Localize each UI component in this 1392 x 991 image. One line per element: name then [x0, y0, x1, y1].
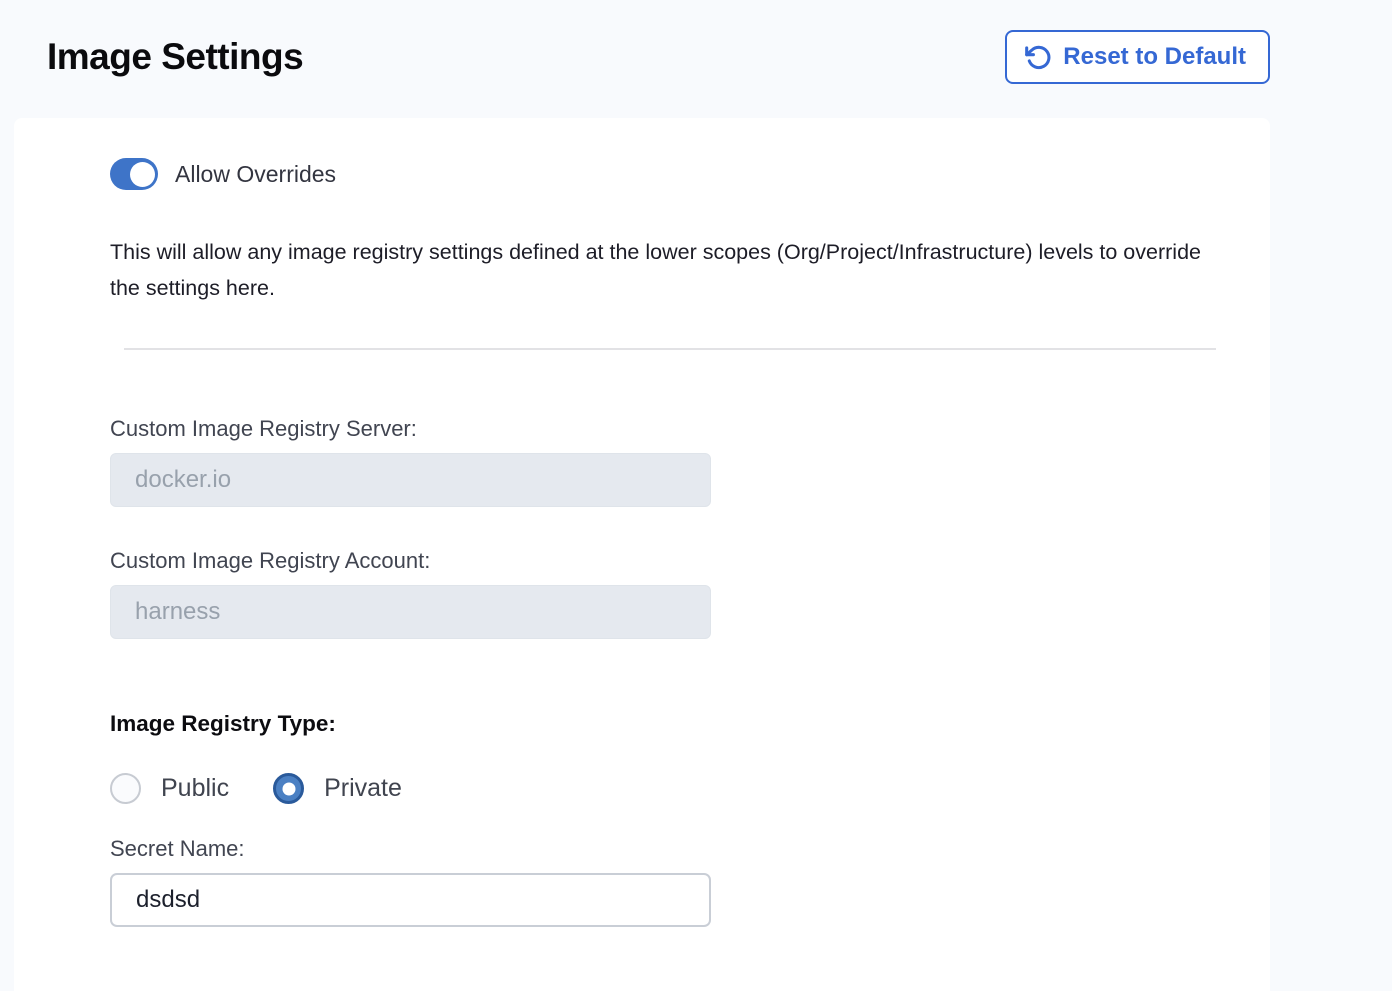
section-divider — [124, 348, 1216, 350]
reset-button-label: Reset to Default — [1063, 43, 1246, 71]
registry-server-input — [110, 453, 711, 507]
secret-name-input[interactable] — [110, 873, 711, 927]
registry-account-input — [110, 585, 711, 639]
secret-name-label: Secret Name: — [110, 836, 1215, 862]
radio-public-icon[interactable] — [110, 773, 141, 804]
reset-to-default-button[interactable]: Reset to Default — [1005, 30, 1270, 84]
radio-private-icon[interactable] — [273, 773, 304, 804]
settings-card: Allow Overrides This will allow any imag… — [14, 118, 1270, 991]
allow-overrides-row: Allow Overrides — [110, 158, 1215, 190]
radio-option-private[interactable]: Private — [273, 773, 402, 804]
allow-overrides-toggle[interactable] — [110, 158, 158, 190]
registry-server-label: Custom Image Registry Server: — [110, 416, 1215, 442]
registry-type-field: Image Registry Type: Public Private — [110, 711, 1215, 804]
radio-option-public[interactable]: Public — [110, 773, 229, 804]
page-header: Image Settings Reset to Default — [0, 0, 1392, 84]
toggle-knob — [130, 162, 155, 187]
overrides-description: This will allow any image registry setti… — [110, 234, 1215, 306]
rotate-ccw-icon — [1025, 44, 1052, 71]
secret-name-field: Secret Name: — [110, 836, 1215, 927]
page-title: Image Settings — [47, 36, 303, 78]
registry-server-field: Custom Image Registry Server: — [110, 416, 1215, 507]
radio-private-label: Private — [324, 774, 402, 803]
registry-type-label: Image Registry Type: — [110, 711, 1215, 737]
allow-overrides-label: Allow Overrides — [175, 161, 336, 188]
registry-type-radio-group: Public Private — [110, 773, 1215, 804]
radio-public-label: Public — [161, 774, 229, 803]
registry-account-field: Custom Image Registry Account: — [110, 548, 1215, 639]
registry-account-label: Custom Image Registry Account: — [110, 548, 1215, 574]
